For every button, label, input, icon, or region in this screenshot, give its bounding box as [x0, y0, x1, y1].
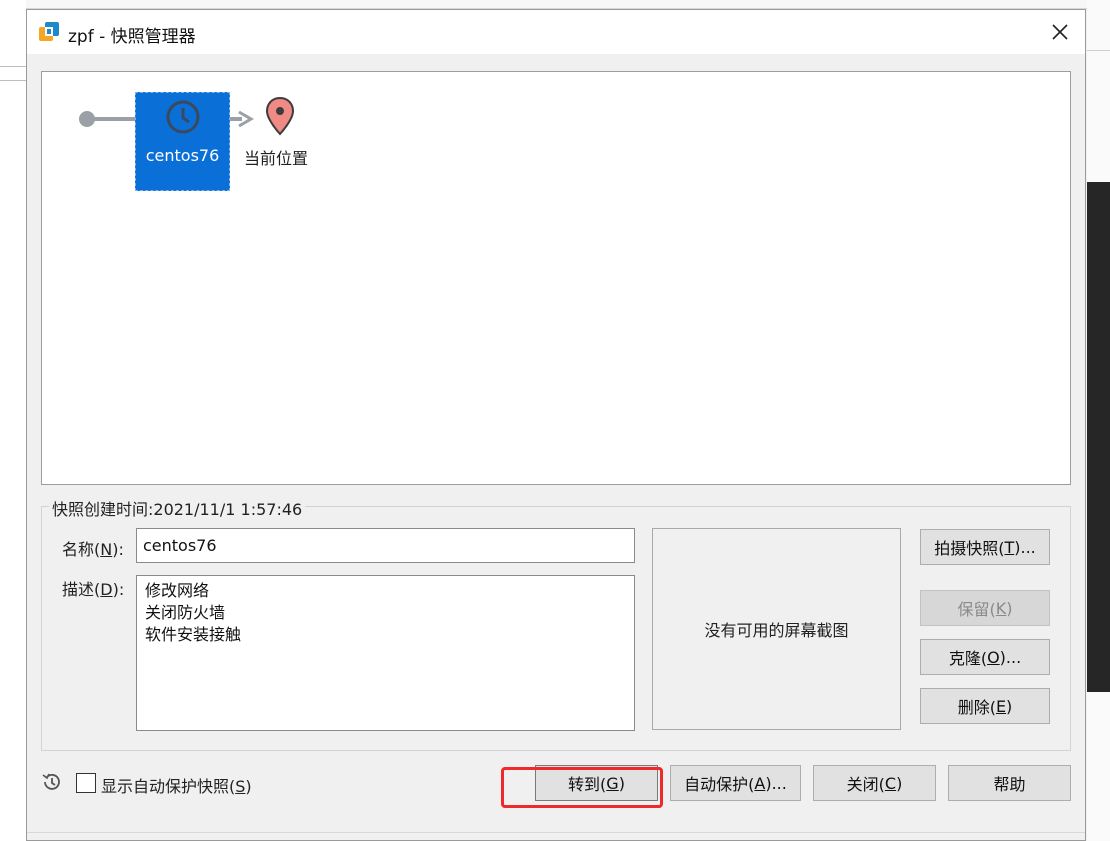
snapshot-node-centos76[interactable]: centos76 — [135, 92, 230, 191]
close-button[interactable]: 关闭(C) — [813, 765, 936, 801]
goto-button[interactable]: 转到(G) — [535, 765, 658, 801]
help-button[interactable]: 帮助 — [948, 765, 1071, 801]
window-title: zpf - 快照管理器 — [68, 27, 196, 47]
status-divider — [27, 832, 1085, 833]
autoprotect-button[interactable]: 自动保护(A)... — [670, 765, 801, 801]
take-snapshot-button[interactable]: 拍摄快照(T)... — [920, 529, 1050, 565]
snapshot-manager-dialog: zpf - 快照管理器 centos76 当前位置 快照创建时间:2021/11… — [26, 9, 1086, 841]
show-autoprotect-checkbox[interactable] — [76, 773, 96, 793]
history-icon — [42, 773, 60, 790]
clock-icon — [166, 100, 200, 134]
background-left-panel — [0, 0, 26, 841]
background-window-edge — [0, 0, 1110, 9]
background-dark-area — [1087, 182, 1110, 692]
background-divider — [0, 66, 26, 67]
clone-button[interactable]: 克隆(O)... — [920, 639, 1050, 675]
current-location-label: 当前位置 — [244, 149, 309, 168]
title-bar: zpf - 快照管理器 — [27, 10, 1085, 54]
location-pin-icon — [265, 96, 295, 136]
snapshot-tree[interactable]: centos76 当前位置 — [41, 71, 1071, 485]
snapshot-node-label: centos76 — [145, 146, 220, 165]
screenshot-preview: 没有可用的屏幕截图 — [652, 528, 901, 730]
name-label: 名称(N): — [62, 540, 124, 559]
keep-button[interactable]: 保留(K) — [920, 590, 1050, 626]
snapshot-name-input[interactable] — [136, 528, 635, 563]
show-autoprotect-label: 显示自动保护快照(S) — [101, 777, 252, 796]
app-icon — [39, 22, 59, 41]
delete-button[interactable]: 删除(E) — [920, 688, 1050, 724]
background-divider — [1087, 50, 1110, 51]
close-icon — [1052, 24, 1068, 40]
no-screenshot-text: 没有可用的屏幕截图 — [704, 621, 849, 640]
background-divider — [0, 80, 26, 81]
snapshot-description-textarea[interactable]: 修改网络 关闭防火墙 软件安装接触 — [136, 575, 635, 731]
snapshot-created-time: 快照创建时间:2021/11/1 1:57:46 — [49, 496, 306, 520]
description-label: 描述(D): — [62, 580, 125, 599]
close-window-button[interactable] — [1043, 16, 1077, 48]
